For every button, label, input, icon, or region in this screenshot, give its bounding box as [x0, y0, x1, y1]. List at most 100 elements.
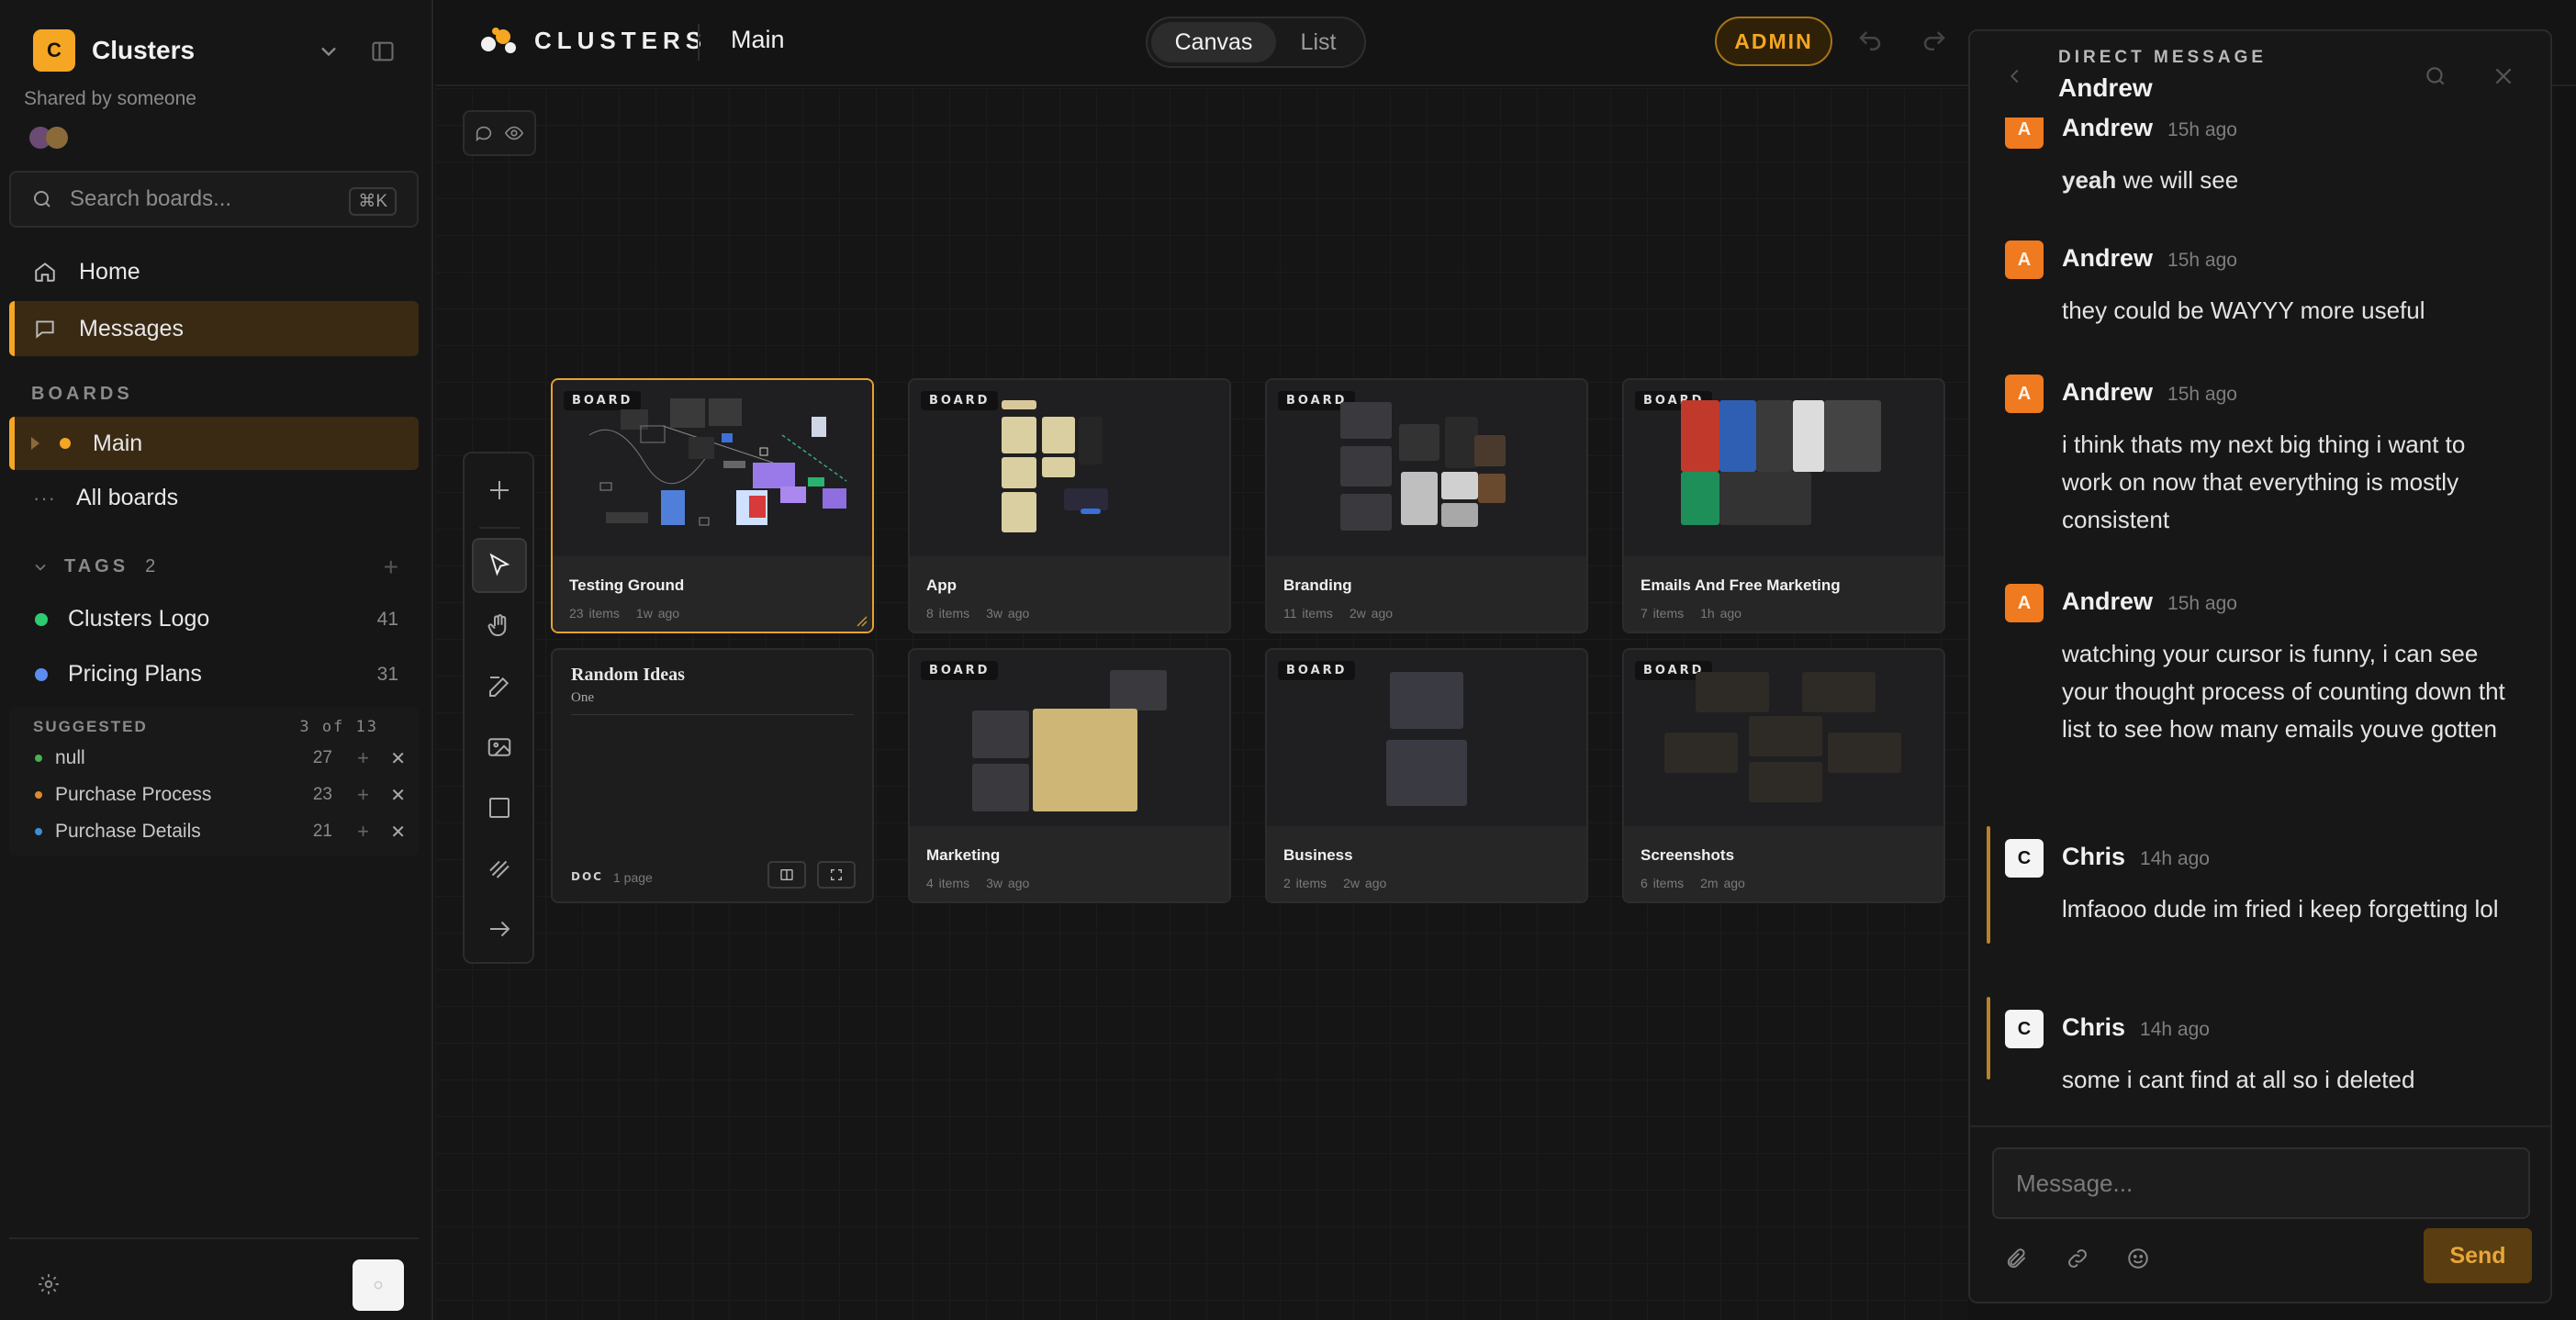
add-tool[interactable] [472, 463, 527, 518]
view-canvas-tab[interactable]: Canvas [1151, 22, 1276, 62]
updated-age: 2m ago [1700, 876, 1745, 890]
admin-badge[interactable]: ADMIN [1715, 17, 1832, 66]
tag-count: 41 [376, 608, 398, 630]
split-view-button[interactable] [767, 861, 806, 889]
chevron-left-icon[interactable] [2005, 66, 2025, 86]
board-card-app[interactable]: BOARD App 8 items 3w ago [908, 378, 1231, 633]
plus-icon[interactable]: + [357, 746, 369, 770]
doc-card-random-ideas[interactable]: Random Ideas One DOC 1 page [551, 648, 874, 903]
suggested-tag-item[interactable]: null 27 + ✕ [35, 746, 406, 770]
note-tool[interactable] [472, 659, 527, 714]
workspace-name: Clusters [92, 36, 196, 64]
fullscreen-button[interactable] [817, 861, 856, 889]
gear-icon[interactable] [37, 1272, 61, 1296]
comment-icon[interactable] [474, 123, 494, 143]
tag-item[interactable]: Pricing Plans 31 [35, 661, 398, 688]
square-icon [489, 798, 510, 818]
message-text: some i cant find at all so i deleted [2062, 1066, 2415, 1093]
all-boards-link[interactable]: ··· All boards [33, 485, 178, 511]
suggested-tag-item[interactable]: Purchase Details 21 + ✕ [35, 820, 406, 844]
nav-label: Home [79, 258, 140, 285]
sidebar-toggle-icon[interactable] [369, 39, 397, 64]
avatar: C [2005, 1010, 2044, 1048]
board-card-testing-ground[interactable]: BOARD Testing Ground 23 items 1w ago [551, 378, 874, 633]
plus-icon[interactable]: + [357, 820, 369, 844]
board-label: Main [93, 430, 143, 456]
paperclip-icon[interactable] [2005, 1247, 2029, 1270]
search-icon [34, 191, 50, 207]
search-input[interactable] [70, 186, 327, 212]
fullscreen-icon [831, 869, 842, 880]
item-count: 8 items [926, 606, 970, 621]
close-icon[interactable]: ✕ [390, 747, 406, 770]
chevron-down-icon[interactable] [316, 39, 342, 64]
message-input-box[interactable] [1992, 1147, 2530, 1219]
search-box[interactable]: ⌘K [9, 171, 419, 228]
board-card-marketing[interactable]: BOARD Marketing 4 items 3w ago [908, 648, 1231, 903]
board-thumbnail: BOARD [1624, 380, 1943, 556]
tags-count: 2 [145, 556, 156, 576]
board-card-emails-and-free-marketing[interactable]: BOARD Emails And Free Marketing 7 items 1… [1622, 378, 1945, 633]
tag-color-dot [35, 791, 42, 799]
workspace-switcher[interactable]: C Clusters [33, 29, 195, 72]
eye-icon[interactable] [503, 123, 525, 143]
tags-section-header[interactable]: TAGS 2 + [31, 553, 398, 581]
author-name: Andrew [2062, 587, 2154, 615]
expand-caret-icon[interactable] [31, 437, 39, 450]
message-input[interactable] [2016, 1169, 2512, 1198]
close-icon[interactable]: ✕ [390, 821, 406, 844]
search-icon[interactable] [2424, 64, 2447, 88]
message-time: 14h ago [2140, 1019, 2210, 1040]
message-time: 14h ago [2140, 848, 2210, 869]
updated-age: 3w ago [986, 876, 1030, 890]
nav-home[interactable]: Home [9, 244, 419, 299]
message-time: 15h ago [2167, 384, 2237, 405]
suggested-tag-item[interactable]: Purchase Process 23 + ✕ [35, 783, 406, 807]
board-card-branding[interactable]: BOARD Branding 11 items 2w ago [1265, 378, 1588, 633]
board-meta: 4 items 3w ago [926, 876, 1029, 890]
pan-tool[interactable] [472, 598, 527, 654]
profile-button[interactable] [353, 1259, 404, 1311]
close-icon[interactable]: ✕ [390, 784, 406, 807]
sidebar-board-main[interactable]: Main [9, 417, 419, 470]
tag-item[interactable]: Clusters Logo 41 [35, 606, 398, 632]
nav-messages[interactable]: Messages [9, 301, 419, 356]
tag-label: Clusters Logo [68, 606, 210, 632]
author-name: Chris [2062, 1013, 2126, 1041]
chevron-down-icon[interactable] [31, 558, 50, 576]
board-card-footer [1267, 556, 1586, 632]
doc-type-chip: DOC [571, 870, 603, 883]
member-avatars[interactable] [29, 127, 68, 149]
draw-tool[interactable] [472, 841, 527, 896]
arrow-tool[interactable] [472, 901, 527, 956]
message-author: Andrew 15h ago [2062, 244, 2237, 273]
shape-tool[interactable] [472, 780, 527, 835]
image-tool[interactable] [472, 720, 527, 775]
send-button[interactable]: Send [2424, 1228, 2532, 1283]
select-tool[interactable] [472, 538, 527, 593]
tag-count: 31 [376, 663, 398, 685]
resize-handle-icon[interactable] [854, 613, 868, 628]
updated-age: 3w ago [986, 606, 1030, 621]
redo-icon[interactable] [1921, 28, 1948, 55]
undo-icon[interactable] [1856, 28, 1884, 55]
message-text: they could be WAYYY more useful [2062, 296, 2425, 324]
board-card-business[interactable]: BOARD Business 2 items 2w ago [1265, 648, 1588, 903]
board-meta: 11 items 2w ago [1283, 606, 1393, 621]
brand[interactable]: CLUSTERS [479, 24, 707, 57]
board-card-screenshots[interactable]: BOARD Screenshots 6 items 2m ago [1622, 648, 1945, 903]
add-tag-icon[interactable]: + [384, 553, 398, 582]
plus-icon[interactable]: + [357, 783, 369, 807]
board-thumbnail-drawing [588, 398, 847, 526]
view-list-tab[interactable]: List [1276, 22, 1361, 62]
emoji-icon[interactable] [2126, 1247, 2150, 1270]
message-author: Chris 14h ago [2062, 1013, 2210, 1042]
link-icon[interactable] [2066, 1247, 2089, 1270]
item-count: 7 items [1641, 606, 1685, 621]
sparkle-icon [374, 1281, 383, 1290]
close-icon[interactable] [2492, 64, 2515, 88]
clusters-logo-icon [481, 28, 516, 53]
cursor-icon [489, 553, 510, 576]
board-canvas[interactable]: BOARD Testing Ground 23 items 1w ago BOA… [435, 88, 1968, 1320]
brand-name: CLUSTERS [534, 26, 708, 54]
